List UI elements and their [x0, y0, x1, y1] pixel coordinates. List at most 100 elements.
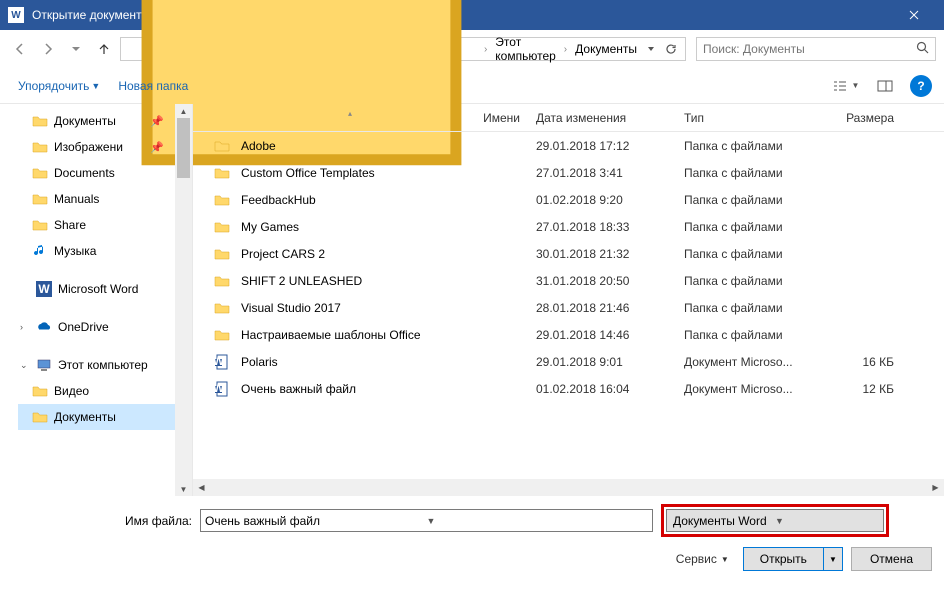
file-name: FeedbackHub	[241, 193, 528, 207]
column-header-date[interactable]: Дата изменения	[528, 111, 676, 125]
file-type: Папка с файлами	[676, 274, 824, 288]
file-name: Visual Studio 2017	[241, 301, 528, 315]
sidebar-item[interactable]: Документы	[18, 404, 192, 430]
computer-icon	[36, 357, 52, 373]
sidebar-item-label: OneDrive	[58, 320, 109, 334]
word-icon: W	[36, 281, 52, 297]
file-name: Custom Office Templates	[241, 166, 528, 180]
file-date: 29.01.2018 14:46	[528, 328, 676, 342]
file-date: 01.02.2018 16:04	[528, 382, 676, 396]
file-type: Папка с файлами	[676, 247, 824, 261]
file-type-filter[interactable]: Документы Word ▼	[666, 509, 884, 532]
sidebar-item[interactable]: Share	[18, 212, 192, 238]
recent-locations-button[interactable]	[64, 37, 88, 61]
file-row[interactable]: FeedbackHub01.02.2018 9:20Папка с файлам…	[193, 186, 944, 213]
help-button[interactable]: ?	[910, 75, 932, 97]
file-size: 12 КБ	[824, 382, 902, 396]
file-type: Папка с файлами	[676, 166, 824, 180]
sidebar-item-label: Изображени	[54, 140, 123, 154]
filter-value: Документы Word	[673, 514, 775, 528]
onedrive-icon	[36, 319, 52, 335]
preview-pane-button[interactable]	[870, 75, 900, 97]
sidebar-item-label: Документы	[54, 114, 116, 128]
sidebar-scrollbar[interactable]: ▲▼	[175, 104, 192, 496]
file-date: 01.02.2018 9:20	[528, 193, 676, 207]
file-row[interactable]: My Games27.01.2018 18:33Папка с файлами	[193, 213, 944, 240]
tools-button[interactable]: Сервис ▼	[670, 550, 735, 568]
open-button-label: Открыть	[744, 548, 824, 570]
chevron-right-icon: ›	[560, 44, 571, 55]
file-row[interactable]: Visual Studio 201728.01.2018 21:46Папка …	[193, 294, 944, 321]
sidebar-item[interactable]: Documents	[18, 160, 192, 186]
search-icon[interactable]	[916, 41, 929, 57]
file-name: Polaris	[241, 355, 528, 369]
sidebar-group-word[interactable]: W Microsoft Word	[18, 276, 192, 302]
open-button-dropdown[interactable]: ▼	[824, 548, 842, 570]
file-row[interactable]: Project CARS 230.01.2018 21:32Папка с фа…	[193, 240, 944, 267]
breadcrumb-current[interactable]: Документы	[573, 42, 639, 56]
file-date: 31.01.2018 20:50	[528, 274, 676, 288]
file-name: Project CARS 2	[241, 247, 528, 261]
file-row[interactable]: WPolaris29.01.2018 9:01Документ Microso.…	[193, 348, 944, 375]
file-row[interactable]: Custom Office Templates27.01.2018 3:41Па…	[193, 159, 944, 186]
organize-button[interactable]: Упорядочить ▼	[12, 75, 106, 97]
breadcrumb[interactable]: › Этот компьютер › Документы	[120, 37, 686, 61]
sidebar-item-label: Документы	[54, 410, 116, 424]
cancel-button[interactable]: Отмена	[851, 547, 932, 571]
chevron-down-icon: ▼	[427, 516, 649, 526]
sidebar-item[interactable]: Видео	[18, 378, 192, 404]
svg-text:W: W	[38, 282, 50, 296]
file-row[interactable]: SHIFT 2 UNLEASHED31.01.2018 20:50Папка с…	[193, 267, 944, 294]
pin-icon: 📌	[150, 141, 164, 154]
file-type: Папка с файлами	[676, 193, 824, 207]
file-date: 27.01.2018 18:33	[528, 220, 676, 234]
filename-value: Очень важный файл	[205, 514, 427, 528]
word-app-icon: W	[8, 7, 24, 23]
file-row[interactable]: WОчень важный файл01.02.2018 16:04Докуме…	[193, 375, 944, 402]
sidebar-item[interactable]: Музыка	[18, 238, 192, 264]
sidebar-group-thispc[interactable]: ⌄ Этот компьютер	[18, 352, 192, 378]
sidebar-item-label: Microsoft Word	[58, 282, 138, 296]
svg-text:W: W	[213, 381, 225, 395]
filter-highlight: Документы Word ▼	[661, 504, 889, 537]
sidebar-item[interactable]: Документы📌	[18, 108, 192, 134]
navigation-bar: › Этот компьютер › Документы	[0, 30, 944, 68]
sidebar-item[interactable]: Изображени 📌	[18, 134, 192, 160]
breadcrumb-root[interactable]: Этот компьютер	[493, 35, 558, 63]
search-input[interactable]	[703, 42, 916, 56]
file-list-pane: ▴ Имени Дата изменения Тип Размера Adobe…	[192, 104, 944, 496]
file-date: 27.01.2018 3:41	[528, 166, 676, 180]
view-options-button[interactable]: ▼	[824, 75, 868, 97]
chevron-right-icon: ›	[480, 44, 491, 55]
up-button[interactable]	[92, 37, 116, 61]
sidebar-item[interactable]: Manuals	[18, 186, 192, 212]
open-button[interactable]: Открыть ▼	[743, 547, 843, 571]
dialog-footer: Имя файла: Очень важный файл ▼ Документы…	[0, 496, 944, 583]
back-button[interactable]	[8, 37, 32, 61]
file-name: Очень важный файл	[241, 382, 528, 396]
file-type: Папка с файлами	[676, 301, 824, 315]
close-button[interactable]	[891, 0, 936, 30]
forward-button[interactable]	[36, 37, 60, 61]
file-type: Папка с файлами	[676, 328, 824, 342]
breadcrumb-dropdown[interactable]	[641, 38, 661, 60]
horizontal-scrollbar[interactable]: ◀▶	[193, 479, 944, 496]
column-header-type[interactable]: Тип	[676, 111, 824, 125]
filename-combobox[interactable]: Очень важный файл ▼	[200, 509, 653, 532]
file-row[interactable]: Adobe29.01.2018 17:12Папка с файлами	[193, 132, 944, 159]
sidebar-group-onedrive[interactable]: › OneDrive	[18, 314, 192, 340]
file-name: Adobe	[241, 139, 528, 153]
column-header-size[interactable]: Размера	[824, 111, 902, 125]
file-size: 16 КБ	[824, 355, 902, 369]
refresh-button[interactable]	[661, 38, 681, 60]
file-row[interactable]: Настраиваемые шаблоны Office29.01.2018 1…	[193, 321, 944, 348]
new-folder-button[interactable]: Новая папка	[112, 75, 194, 97]
file-name: SHIFT 2 UNLEASHED	[241, 274, 528, 288]
sidebar-item-label: Manuals	[54, 192, 99, 206]
sidebar-item-label: Этот компьютер	[58, 358, 148, 372]
sidebar-item-label: Музыка	[54, 244, 96, 258]
search-box[interactable]	[696, 37, 936, 61]
column-header-name[interactable]: ▴ Имени	[213, 111, 528, 125]
navigation-sidebar: Документы📌 Изображени 📌 Documents Manuals Sha…	[0, 104, 192, 496]
svg-text:W: W	[213, 354, 225, 368]
